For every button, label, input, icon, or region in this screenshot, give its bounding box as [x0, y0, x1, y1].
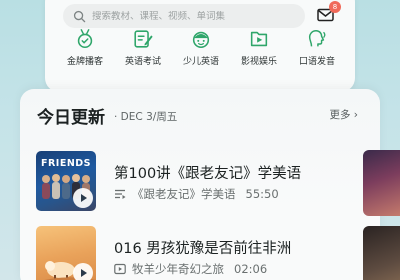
today-updates-card: 今日更新 · DEC 3/周五 更多 › FRIENDS 第100讲《跟老友记》…: [20, 89, 380, 280]
episode-thumbnail: FRIENDS: [36, 151, 96, 211]
play-button[interactable]: [73, 263, 93, 280]
episode-album: 《跟老友记》学美语: [132, 187, 236, 201]
episode-title: 016 男孩犹豫是否前往非洲: [114, 241, 292, 257]
episode-thumbnail: [36, 226, 96, 280]
episode-meta: 《跟老友记》学美语 55:50: [114, 186, 279, 202]
episode-title: 第100讲《跟老友记》学美语: [114, 166, 302, 182]
episode-album: 牧羊少年奇幻之旅: [132, 262, 224, 276]
exam-pencil-icon: [134, 30, 153, 48]
episode-meta: 牧羊少年奇幻之旅 02:06: [114, 261, 267, 277]
category-label: 少儿英语: [182, 57, 219, 67]
mail-badge: 8: [329, 1, 341, 13]
next-card-preview[interactable]: [363, 226, 400, 280]
list-item[interactable]: FRIENDS 第100讲《跟老友记》学美语 《跟老友记》学美语 55:50: [36, 151, 356, 211]
thumbnail-title: FRIENDS: [41, 158, 92, 169]
video-play-icon: [250, 31, 268, 47]
episode-duration: 02:06: [234, 262, 268, 276]
category-row: 金牌播客 英语考试 少儿英语 影视娱乐 口语发音: [57, 28, 347, 76]
category-label: 口语发音: [298, 57, 335, 67]
search-icon: [73, 10, 86, 22]
medal-icon: [77, 29, 93, 49]
episode-duration: 55:50: [245, 187, 279, 201]
video-icon: [114, 263, 126, 275]
section-date: · DEC 3/周五: [114, 111, 178, 123]
list-item[interactable]: 016 男孩犹豫是否前往非洲 牧羊少年奇幻之旅 02:06: [36, 226, 356, 280]
category-gold-podcast[interactable]: 金牌播客: [57, 28, 113, 67]
search-input[interactable]: [92, 10, 292, 22]
category-label: 英语考试: [124, 57, 161, 67]
next-card-preview[interactable]: [363, 150, 400, 216]
more-link[interactable]: 更多 ›: [329, 107, 358, 122]
search-bar[interactable]: [63, 4, 305, 28]
top-card: 8 金牌播客 英语考试: [45, 0, 355, 92]
category-film-entertainment[interactable]: 影视娱乐: [231, 28, 287, 67]
speech-icon: [308, 30, 326, 47]
mail-button[interactable]: 8: [316, 1, 341, 25]
playlist-icon: [115, 189, 126, 199]
play-button[interactable]: [73, 188, 93, 208]
section-title: 今日更新: [37, 108, 105, 128]
category-spoken-pronunciation[interactable]: 口语发音: [289, 28, 345, 67]
child-face-icon: [192, 31, 210, 49]
category-kids-english[interactable]: 少儿英语: [173, 28, 229, 67]
category-label: 金牌播客: [66, 57, 103, 67]
category-english-exam[interactable]: 英语考试: [115, 28, 171, 67]
category-label: 影视娱乐: [240, 57, 277, 67]
